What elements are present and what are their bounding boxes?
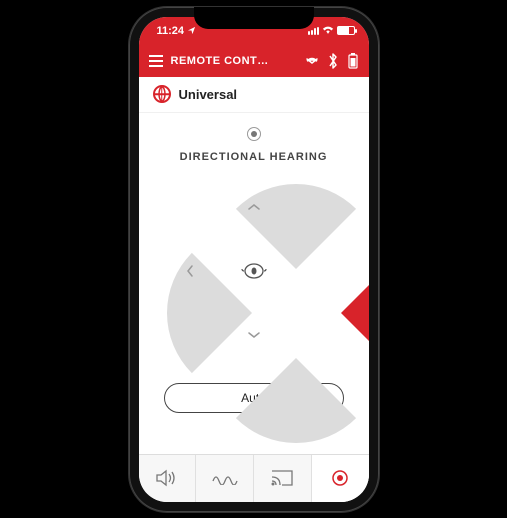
chevron-right-icon — [310, 263, 326, 279]
direction-right-button[interactable] — [341, 252, 369, 372]
globe-icon — [153, 85, 171, 103]
battery-status-icon — [337, 26, 355, 35]
tab-direction[interactable] — [311, 455, 369, 502]
directional-widget — [164, 181, 344, 361]
content-area: DIRECTIONAL HEARING — [139, 113, 369, 454]
tab-equalizer[interactable] — [195, 455, 253, 502]
cast-icon — [270, 469, 294, 487]
wifi-icon — [322, 26, 334, 35]
chevron-down-icon[interactable] — [305, 56, 319, 66]
screen: 11:24 REMOTE CONT… Universal — [139, 17, 369, 502]
chevron-down-icon — [246, 327, 262, 343]
signal-icon — [308, 27, 319, 35]
bluetooth-icon[interactable] — [327, 52, 339, 70]
target-indicator-icon[interactable] — [247, 127, 261, 141]
target-icon — [330, 468, 350, 488]
section-title: DIRECTIONAL HEARING — [180, 151, 328, 163]
app-header: REMOTE CONT… — [139, 45, 369, 77]
status-time: 11:24 — [157, 25, 185, 37]
tab-bar — [139, 454, 369, 502]
phone-frame: 11:24 REMOTE CONT… Universal — [129, 7, 379, 512]
program-bar[interactable]: Universal — [139, 77, 369, 113]
chevron-up-icon — [246, 199, 262, 215]
tab-volume[interactable] — [139, 455, 196, 502]
wave-icon — [212, 471, 238, 485]
head-icon — [234, 251, 274, 291]
program-name: Universal — [179, 87, 238, 102]
tab-stream[interactable] — [253, 455, 311, 502]
chevron-left-icon — [182, 263, 198, 279]
speaker-icon — [155, 468, 179, 488]
menu-icon[interactable] — [149, 55, 163, 67]
header-title: REMOTE CONT… — [171, 55, 297, 67]
device-battery-icon[interactable] — [347, 52, 359, 70]
location-icon — [187, 26, 196, 35]
notch — [194, 7, 314, 29]
